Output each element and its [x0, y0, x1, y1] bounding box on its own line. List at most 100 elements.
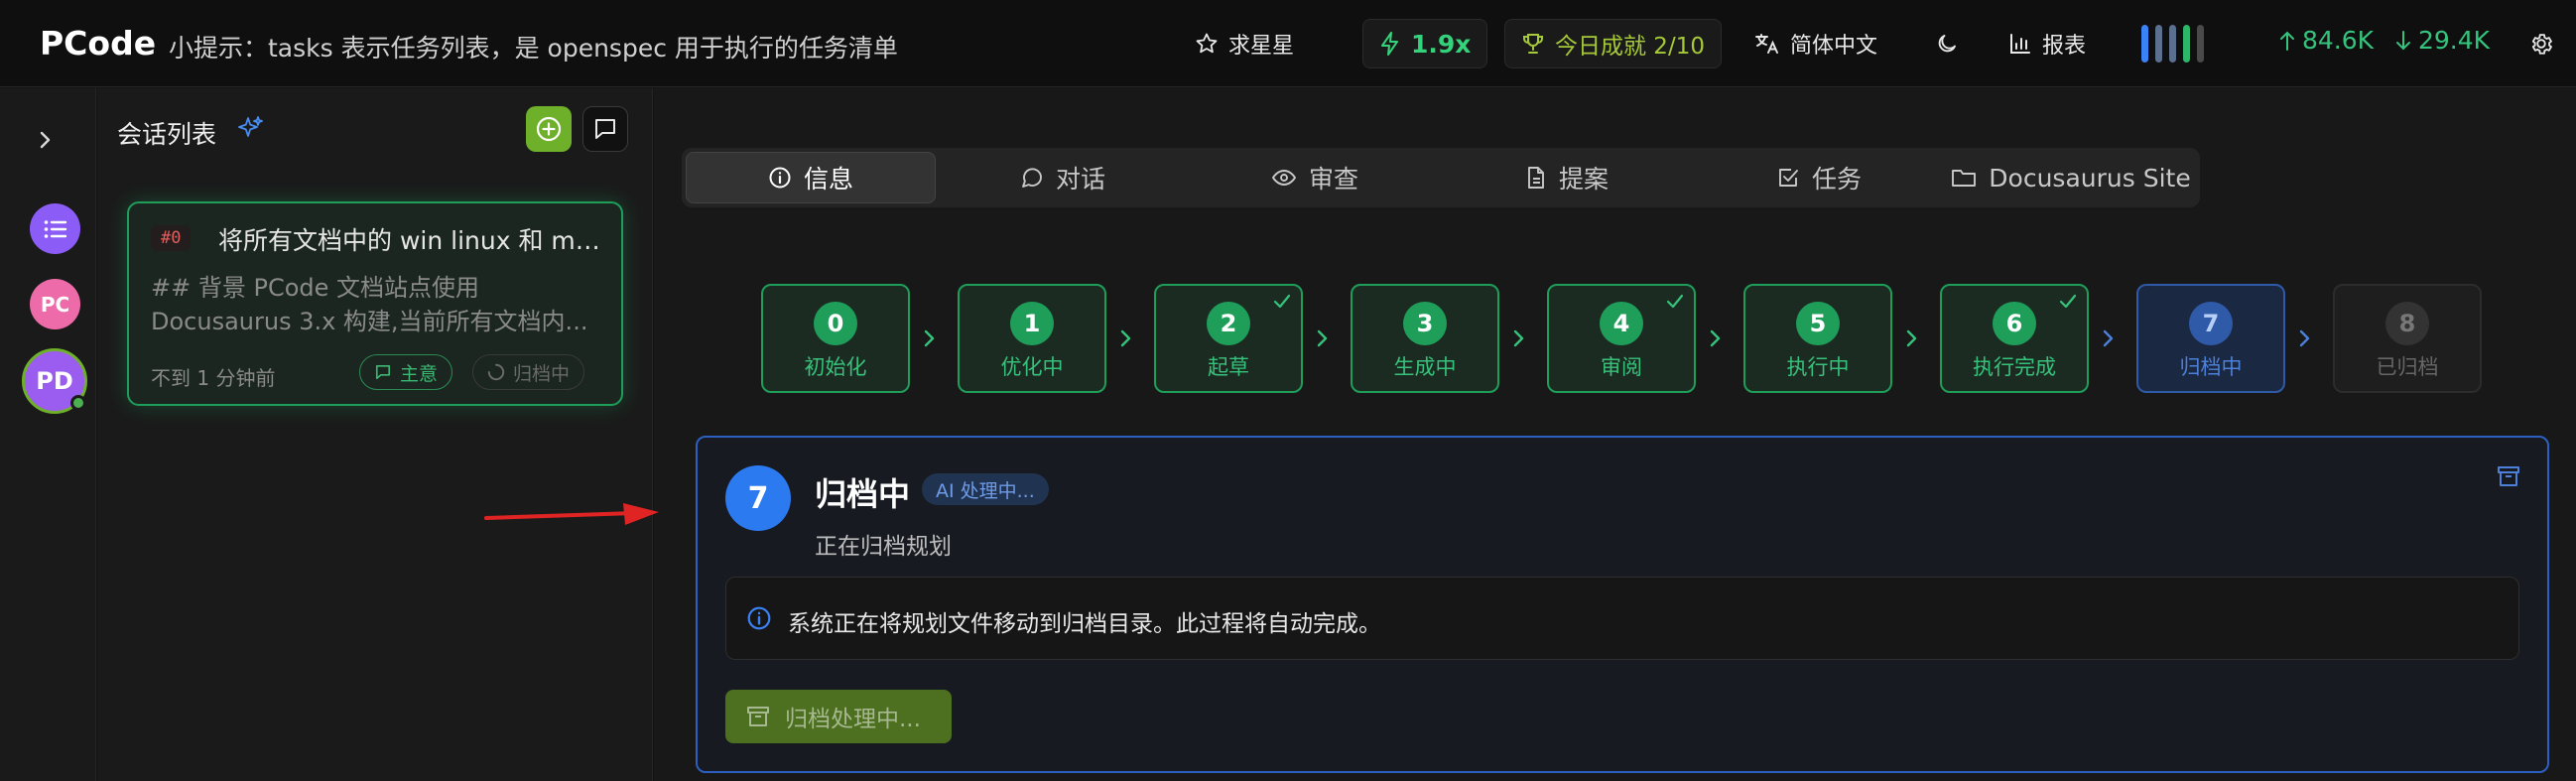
avatar-pc[interactable]: PC — [30, 279, 80, 329]
new-session-button[interactable] — [526, 106, 572, 152]
tab-tasks[interactable]: 任务 — [1694, 152, 1944, 203]
eye-icon — [1271, 170, 1297, 186]
tab-docusaurus-site[interactable]: Docusaurus Site — [1946, 152, 2196, 203]
info-message: 系统正在将规划文件移动到归档目录。此过程将自动完成。 — [725, 577, 2519, 660]
ai-processing-badge: AI 处理中... — [922, 473, 1049, 505]
step-number: 1 — [1010, 302, 1054, 345]
workflow-step[interactable]: 1 优化中 — [958, 284, 1106, 393]
step-number: 0 — [814, 302, 857, 345]
chat-mode-button[interactable] — [582, 106, 628, 152]
chevron-right-icon — [1315, 327, 1331, 349]
achievement-value: 今日成就 2/10 — [1555, 34, 1705, 60]
activity-bar — [2183, 25, 2190, 63]
step-label: 执行完成 — [1973, 355, 2056, 379]
workflow-step[interactable]: 6 执行完成 — [1940, 284, 2089, 393]
step-number: 6 — [1993, 302, 2036, 345]
activity-bar — [2155, 25, 2162, 63]
sparkle-icon — [238, 116, 263, 137]
archive-icon — [2498, 466, 2519, 486]
step-label: 生成中 — [1393, 355, 1457, 379]
step-number: 7 — [2189, 302, 2233, 345]
session-card[interactable]: #0 将所有文档中的 win linux 和 ma... ## 背景 PCode… — [127, 201, 623, 406]
workflow-step[interactable]: 5 执行中 — [1743, 284, 1892, 393]
tab-review-label: 审查 — [1308, 165, 1358, 194]
star-icon — [1196, 33, 1218, 54]
tag-archiving: 归档中 — [472, 354, 585, 390]
chevron-right-icon — [1118, 327, 1134, 349]
app-brand[interactable]: PCode — [40, 24, 156, 63]
chat-icon — [1022, 168, 1042, 188]
chevron-right-icon — [1511, 327, 1527, 349]
download-stat: 29.4K — [2394, 26, 2490, 55]
step-label: 已归档 — [2376, 355, 2439, 379]
chevron-right-icon — [2297, 327, 2313, 349]
chevron-right-icon — [1904, 327, 1920, 349]
archive-processing-button[interactable]: 归档处理中... — [725, 690, 952, 743]
activity-bar — [2197, 25, 2204, 63]
tab-chat[interactable]: 对话 — [938, 152, 1188, 203]
translate-icon — [1755, 34, 1778, 54]
status-subtitle: 正在归档规划 — [815, 534, 952, 560]
avatar-pc-label: PC — [40, 292, 70, 317]
avatar-list[interactable] — [30, 203, 80, 254]
chevron-right-icon — [2101, 327, 2117, 349]
tab-tasks-label: 任务 — [1811, 165, 1862, 194]
workflow-step[interactable]: 7 归档中 — [2136, 284, 2285, 393]
info-message-text: 系统正在将规划文件移动到归档目录。此过程将自动完成。 — [788, 611, 1381, 637]
session-list-title: 会话列表 — [117, 120, 217, 149]
upload-stat: 84.6K — [2278, 26, 2374, 55]
folder-icon — [1952, 170, 1977, 187]
loading-spinner-icon — [487, 363, 505, 381]
speed-value: 1.9x — [1411, 29, 1472, 59]
tip-text: 小提示：tasks 表示任务列表，是 openspec 用于执行的任务清单 — [169, 34, 898, 63]
step-label: 初始化 — [804, 355, 867, 379]
upload-value: 84.6K — [2302, 26, 2375, 55]
workflow-step[interactable]: 2 起草 — [1154, 284, 1303, 393]
workflow-step[interactable]: 4 审阅 — [1547, 284, 1696, 393]
tag-archiving-label: 归档中 — [513, 362, 571, 385]
arrow-up-icon — [2280, 31, 2294, 51]
ai-sparkle-button[interactable] — [236, 114, 266, 144]
session-time: 不到 1 分钟前 — [151, 366, 276, 390]
session-title: 将所有文档中的 win linux 和 ma... — [218, 226, 605, 255]
left-rail: PC PD — [0, 88, 96, 781]
checkmark-icon — [1666, 294, 1684, 310]
activity-bar — [2141, 25, 2148, 63]
tab-info-label: 信息 — [803, 165, 853, 194]
workflow-step[interactable]: 8 已归档 — [2333, 284, 2482, 393]
arrow-down-icon — [2396, 30, 2410, 50]
online-indicator — [70, 395, 86, 411]
workflow-step[interactable]: 3 生成中 — [1351, 284, 1499, 393]
expand-rail-button[interactable] — [36, 128, 56, 152]
trophy-icon — [1523, 34, 1543, 54]
tab-proposal[interactable]: 提案 — [1442, 152, 1692, 203]
lightning-icon — [1381, 32, 1398, 56]
activity-bars — [2141, 22, 2204, 65]
language-label: 简体中文 — [1790, 34, 1878, 59]
star-button[interactable]: 求星星 — [1195, 22, 1294, 65]
info-icon — [747, 606, 771, 630]
status-step-number: 7 — [725, 465, 791, 531]
checkbox-icon — [1779, 169, 1798, 187]
workflow-step[interactable]: 0 初始化 — [761, 284, 910, 393]
session-panel: 会话列表 #0 将所有文档中的 win linux 和 ma... ## 背景 … — [97, 88, 653, 781]
avatar-pd[interactable]: PD — [22, 348, 87, 414]
status-panel: 7 归档中 AI 处理中... 正在归档规划 系统正在将规划文件移动到归档目录。… — [696, 436, 2549, 773]
report-button[interactable]: 报表 — [2008, 22, 2086, 65]
document-icon — [1528, 167, 1544, 189]
tag-idea[interactable]: 主意 — [359, 354, 453, 390]
speed-indicator[interactable]: 1.9x — [1362, 19, 1488, 68]
download-value: 29.4K — [2418, 26, 2491, 55]
language-switch[interactable]: 简体中文 — [1754, 22, 1877, 65]
chevron-right-icon — [922, 327, 938, 349]
tab-bar: 信息 对话 审查 提案 任务 Docusaurus Site — [682, 148, 2200, 207]
theme-toggle[interactable] — [1935, 22, 1959, 65]
settings-button[interactable] — [2528, 22, 2554, 65]
tab-docusaurus-site-label: Docusaurus Site — [1989, 163, 2191, 193]
achievement-indicator[interactable]: 今日成就 2/10 — [1504, 19, 1722, 68]
info-icon — [769, 167, 791, 189]
session-description: ## 背景 PCode 文档站点使用 Docusaurus 3.x 构建,当前所… — [151, 271, 607, 338]
archive-button[interactable] — [2496, 463, 2521, 489]
tab-review[interactable]: 审查 — [1190, 152, 1440, 203]
tab-info[interactable]: 信息 — [686, 152, 936, 203]
